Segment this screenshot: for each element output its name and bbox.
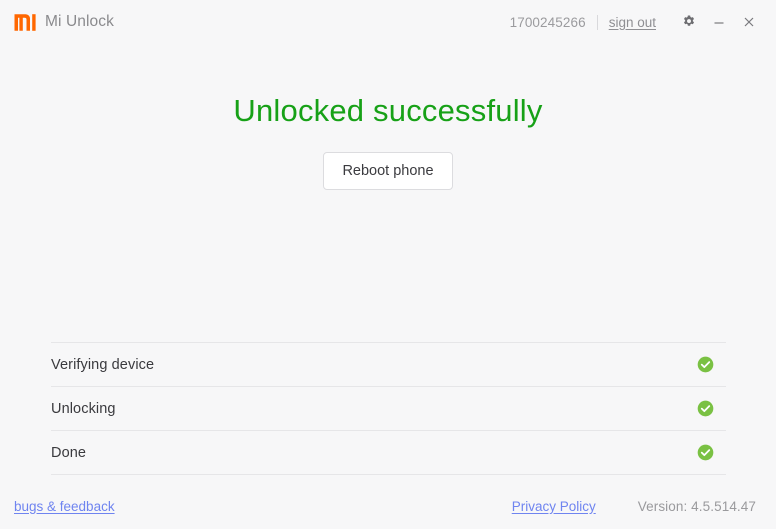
app-brand: Mi Unlock [14,13,114,32]
footer: bugs & feedback Privacy Policy Version: … [0,483,776,529]
close-icon[interactable] [736,9,762,35]
unlock-progress-list: Verifying device Unlocking Done [51,342,726,475]
titlebar-controls: 1700245266 sign out [510,9,762,35]
step-row-unlocking: Unlocking [51,387,726,431]
step-row-verifying-device: Verifying device [51,343,726,387]
account-id: 1700245266 [509,14,586,30]
version-label: Version: 4.5.514.47 [637,498,756,514]
sign-out-link[interactable]: sign out [609,15,656,30]
check-circle-icon [697,356,714,373]
minimize-icon[interactable] [706,9,732,35]
footer-right-group: Privacy Policy Version: 4.5.514.47 [512,499,756,514]
mi-logo-icon [14,13,36,32]
step-label: Unlocking [51,400,116,417]
titlebar: Mi Unlock 1700245266 sign out [0,0,776,44]
check-circle-icon [697,400,714,417]
bugs-feedback-link[interactable]: bugs & feedback [14,499,115,514]
status-heading: Unlocked successfully [233,93,543,128]
reboot-phone-button[interactable]: Reboot phone [323,152,453,191]
privacy-policy-link[interactable]: Privacy Policy [512,499,596,514]
app-title: Mi Unlock [45,12,114,30]
divider [596,14,598,30]
mi-unlock-window: Mi Unlock 1700245266 sign out Unlocked s… [0,0,776,529]
main-content: Unlocked successfully Reboot phone Verif… [0,44,776,483]
step-row-done: Done [51,431,726,475]
gear-icon[interactable] [676,9,702,35]
step-label: Verifying device [51,356,155,373]
check-circle-icon [697,444,714,461]
step-label: Done [51,444,87,461]
